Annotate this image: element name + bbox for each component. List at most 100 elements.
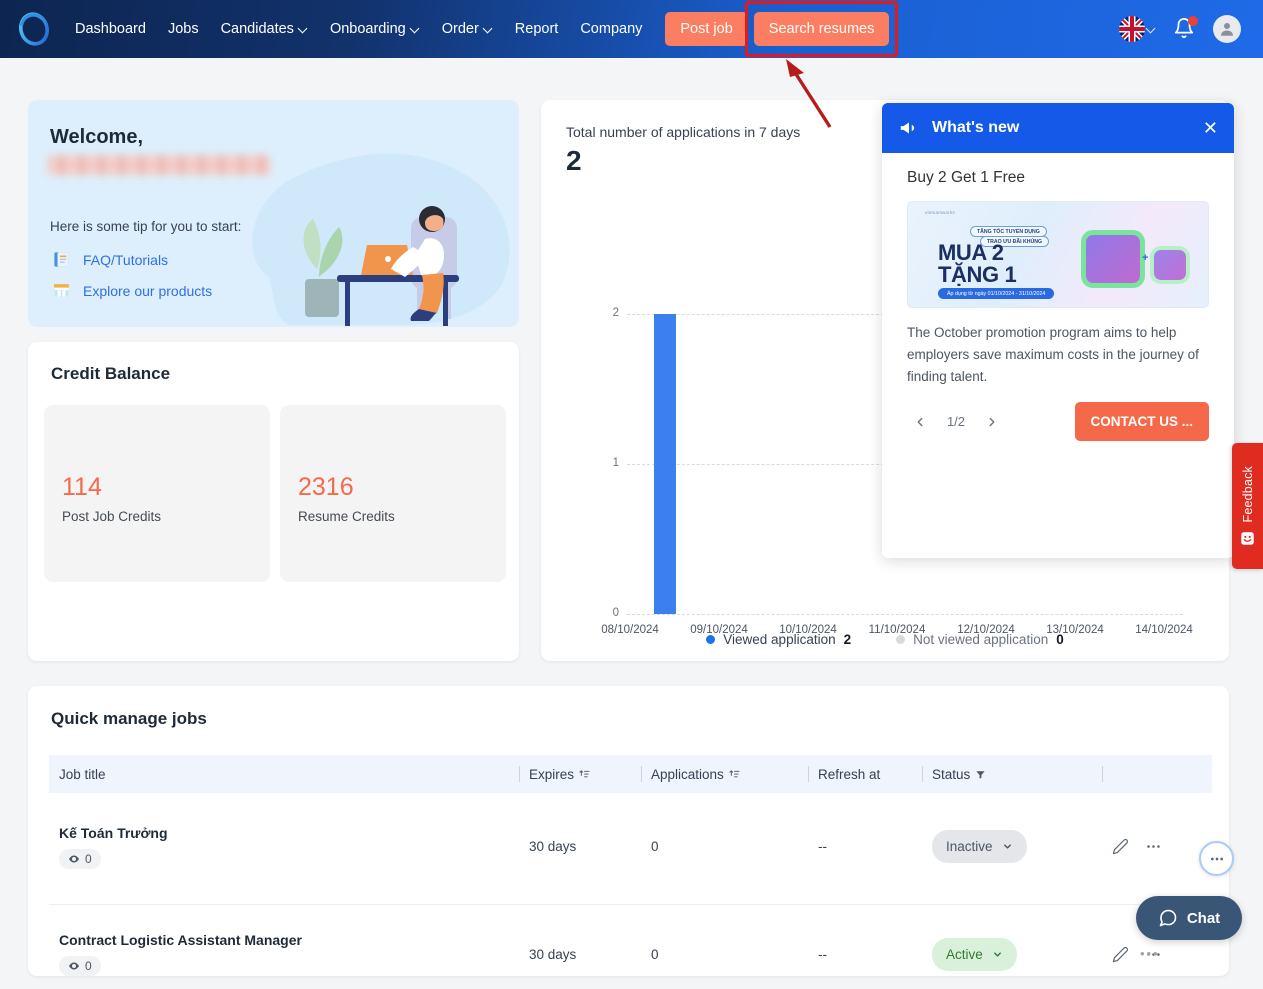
faq-tutorials-link[interactable]: FAQ/Tutorials: [52, 250, 168, 269]
sort-icon: [579, 769, 590, 777]
chat-widget-button[interactable]: Chat: [1136, 896, 1242, 940]
document-icon: [54, 252, 69, 267]
eye-icon: [69, 855, 79, 862]
job-title-cell: Kế Toán Trưởng 0: [49, 825, 519, 869]
job-title[interactable]: Kế Toán Trưởng: [59, 825, 519, 841]
table-row[interactable]: Kế Toán Trưởng 0 30 days 0 -- Inactive: [49, 804, 1212, 889]
nav-item-dashboard[interactable]: Dashboard: [64, 15, 157, 43]
slide-page-indicator: 1/2: [946, 414, 966, 429]
pencil-icon[interactable]: [1112, 946, 1129, 963]
y-tick-0: 0: [612, 607, 619, 619]
y-tick-2: 2: [612, 307, 619, 319]
resume-credits-label: Resume Credits: [298, 509, 395, 524]
explore-products-link[interactable]: Explore our products: [52, 281, 212, 300]
search-resumes-button[interactable]: Search resumes: [753, 12, 890, 46]
welcome-illustration: [252, 153, 510, 326]
close-icon[interactable]: ✕: [1203, 119, 1218, 137]
post-job-credits-value: 114: [62, 473, 102, 501]
promo-banner-image[interactable]: vietnamworks TĂNG TỐC TUYỂN DỤNG TRAO ƯU…: [907, 201, 1209, 308]
applications-cell: 0: [651, 946, 659, 962]
ellipsis-icon[interactable]: [1145, 838, 1162, 855]
table-row[interactable]: Contract Logistic Assistant Manager 0 30…: [49, 904, 1212, 989]
next-slide-button[interactable]: [979, 409, 1005, 435]
nav-item-order[interactable]: Order: [431, 15, 504, 43]
expires-cell: 30 days: [529, 839, 577, 854]
nav-right-group: [1119, 15, 1249, 43]
nav-label: Candidates: [220, 21, 294, 37]
store-icon: [53, 284, 70, 297]
nav-label: Jobs: [167, 21, 199, 37]
promo-brand-label: vietnamworks: [925, 210, 955, 215]
smiley-icon: [1241, 532, 1254, 545]
status-label: Inactive: [946, 839, 993, 854]
views-count: 0: [85, 851, 92, 866]
column-header-status[interactable]: Status: [922, 767, 1102, 782]
ellipsis-icon: [1210, 857, 1223, 860]
views-badge: 0: [59, 956, 101, 976]
chevron-left-icon: [917, 417, 923, 426]
quick-manage-jobs-card: Quick manage jobs Job title Expires Appl…: [28, 686, 1229, 976]
chevron-down-icon: [299, 25, 308, 34]
views-badge: 0: [59, 848, 101, 869]
legend-value: 0: [1056, 632, 1064, 647]
language-selector[interactable]: [1119, 16, 1157, 42]
chart-legend: Viewed application 2 Not viewed applicat…: [541, 632, 1229, 647]
jobs-table-header: Job title Expires Applications Refresh a…: [49, 755, 1212, 793]
pencil-icon[interactable]: [1112, 838, 1129, 855]
legend-dot-icon: [706, 635, 716, 644]
nav-label: Dashboard: [75, 21, 146, 37]
top-navigation-bar: Dashboard Jobs Candidates Onboarding Ord…: [0, 0, 1263, 58]
refresh-at-cell: --: [818, 839, 827, 854]
notifications-button[interactable]: [1173, 16, 1198, 42]
y-tick-1: 1: [612, 457, 619, 469]
job-title-cell: Contract Logistic Assistant Manager 0: [49, 918, 519, 976]
floating-more-button[interactable]: [1199, 841, 1234, 876]
column-header-refresh-at[interactable]: Refresh at: [808, 767, 922, 782]
column-header-applications[interactable]: Applications: [641, 767, 808, 782]
nav-item-candidates[interactable]: Candidates: [210, 15, 319, 43]
whats-new-header: What's new ✕: [882, 103, 1234, 153]
feedback-tab[interactable]: Feedback: [1232, 443, 1263, 569]
prev-slide-button[interactable]: [907, 409, 933, 435]
post-job-credits-label: Post Job Credits: [62, 509, 162, 524]
feedback-label: Feedback: [1240, 466, 1255, 523]
chevron-down-icon: [484, 25, 493, 34]
status-cell: Inactive: [922, 830, 1102, 863]
chart-total-value: 2: [566, 145, 582, 176]
job-title[interactable]: Contract Logistic Assistant Manager: [59, 932, 519, 948]
resume-credits-value: 2316: [298, 473, 354, 501]
avatar[interactable]: [1213, 15, 1241, 43]
nav-label: Company: [580, 21, 643, 37]
promo-headline-1: MUA 2: [938, 240, 1004, 265]
legend-label: Not viewed application: [913, 632, 1049, 647]
welcome-card: Welcome, Here is some tip for you to sta…: [28, 100, 519, 327]
whats-new-body: Buy 2 Get 1 Free vietnamworks TĂNG TỐC T…: [882, 153, 1234, 441]
expires-cell: 30 days: [529, 946, 577, 962]
chat-label: Chat: [1186, 909, 1221, 927]
credit-balance-title: Credit Balance: [51, 364, 171, 383]
column-header-expires[interactable]: Expires: [519, 767, 641, 782]
nav-item-onboarding[interactable]: Onboarding: [319, 15, 431, 43]
bar-08-10-2024[interactable]: [654, 314, 676, 614]
chat-bubble-icon: [1159, 909, 1177, 927]
status-badge[interactable]: Active: [932, 937, 1017, 971]
nav-item-company[interactable]: Company: [569, 15, 653, 43]
legend-not-viewed-application[interactable]: Not viewed application 0: [896, 632, 1064, 647]
nav-item-jobs[interactable]: Jobs: [157, 15, 210, 43]
status-badge[interactable]: Inactive: [932, 830, 1027, 863]
post-job-button[interactable]: Post job: [665, 12, 748, 46]
nav-item-report[interactable]: Report: [504, 15, 570, 43]
row-actions-cell: [1102, 838, 1212, 855]
filter-icon: [976, 770, 985, 779]
column-header-job-title[interactable]: Job title: [49, 767, 519, 782]
contact-us-button[interactable]: CONTACT US ...: [1074, 402, 1209, 441]
whats-new-footer: 1/2 CONTACT US ...: [907, 402, 1209, 441]
legend-viewed-application[interactable]: Viewed application 2: [706, 632, 851, 647]
column-label: Status: [932, 766, 971, 782]
tips-label: Here is some tip for you to start:: [50, 219, 242, 234]
page-content: Welcome, Here is some tip for you to sta…: [0, 58, 1263, 976]
gift-box-large-icon: [1086, 235, 1140, 283]
gift-box-small-icon: [1154, 250, 1186, 280]
vietnamworks-logo[interactable]: [14, 9, 54, 49]
whats-new-title: What's new: [932, 119, 1020, 136]
